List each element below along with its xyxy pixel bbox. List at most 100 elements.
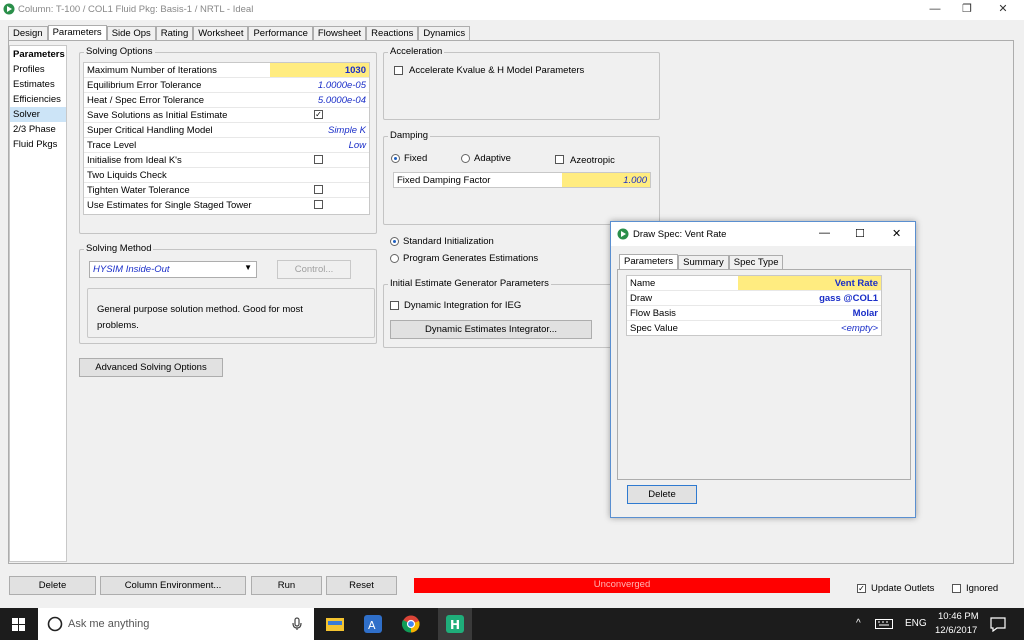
- dialog-panel: Name Vent Rate Draw gass @COL1 Flow Basi…: [617, 269, 911, 480]
- taskbar: Ask me anything A H ^ ENG 10:46 PM 12/6/…: [0, 608, 1024, 640]
- tighten-water-checkbox[interactable]: [314, 185, 323, 194]
- nav-item-efficiencies[interactable]: Efficiencies: [10, 92, 66, 107]
- dialog-title-bar: Draw Spec: Vent Rate — ☐ ✕: [611, 222, 915, 246]
- hysys-taskbar-button[interactable]: H: [438, 608, 472, 640]
- clock-time[interactable]: 10:46 PM: [938, 611, 979, 622]
- hysys-icon: H: [446, 615, 464, 633]
- tab-worksheet[interactable]: Worksheet: [193, 26, 249, 41]
- standard-init-radio[interactable]: [390, 237, 399, 246]
- main-tabs: Design Parameters Side Ops Rating Worksh…: [8, 25, 471, 41]
- dialog-delete-button[interactable]: Delete: [627, 485, 697, 504]
- dialog-name-value[interactable]: Vent Rate: [835, 278, 878, 289]
- trace-level-value[interactable]: Low: [349, 140, 366, 151]
- damping-group: Damping Fixed Adaptive Azeotropic Fixed …: [383, 130, 660, 225]
- program-estimations-radio[interactable]: [390, 254, 399, 263]
- tab-reactions[interactable]: Reactions: [366, 26, 419, 41]
- dynamic-integration-checkbox[interactable]: [390, 301, 399, 310]
- restore-button[interactable]: ❐: [952, 2, 982, 16]
- close-button[interactable]: ✕: [988, 2, 1018, 16]
- dialog-spec-value-label: Spec Value: [630, 323, 678, 334]
- nav-header: Parameters: [13, 49, 65, 60]
- minimize-button[interactable]: —: [920, 2, 950, 16]
- file-explorer-icon[interactable]: [326, 616, 344, 632]
- tab-flowsheet[interactable]: Flowsheet: [312, 26, 367, 41]
- tab-dynamics[interactable]: Dynamics: [418, 26, 471, 41]
- fixed-radio[interactable]: [391, 154, 400, 163]
- dialog-tab-spec-type[interactable]: Spec Type: [728, 255, 784, 270]
- solving-method-select[interactable]: HYSIM Inside-Out ▼: [89, 261, 257, 278]
- column-environment-button[interactable]: Column Environment...: [100, 576, 246, 595]
- accelerate-label: Accelerate Kvalue & H Model Parameters: [409, 65, 585, 76]
- use-estimates-label: Use Estimates for Single Staged Tower: [87, 200, 252, 211]
- advanced-solving-options-button[interactable]: Advanced Solving Options: [79, 358, 223, 377]
- nav-item-2-3-phase[interactable]: 2/3 Phase: [10, 122, 66, 137]
- solving-options-title: Solving Options: [84, 46, 155, 57]
- trace-level-label: Trace Level: [87, 140, 137, 151]
- dialog-row-draw: Draw gass @COL1: [627, 291, 881, 306]
- initialise-ideal-checkbox[interactable]: [314, 155, 323, 164]
- dynamic-estimates-button[interactable]: Dynamic Estimates Integrator...: [390, 320, 592, 339]
- run-button[interactable]: Run: [251, 576, 322, 595]
- microphone-icon[interactable]: [292, 617, 302, 631]
- dialog-tab-parameters[interactable]: Parameters: [619, 254, 679, 270]
- clock-date[interactable]: 12/6/2017: [935, 625, 977, 636]
- row-tighten-water: Tighten Water Tolerance: [84, 183, 369, 198]
- solving-method-value: HYSIM Inside-Out: [93, 264, 170, 275]
- row-initialise-ideal: Initialise from Ideal K's: [84, 153, 369, 168]
- draw-spec-dialog: Draw Spec: Vent Rate — ☐ ✕ Parameters Su…: [610, 221, 916, 518]
- super-critical-value[interactable]: Simple K: [328, 125, 366, 136]
- aspen-app-icon[interactable]: A: [364, 615, 382, 633]
- tab-rating[interactable]: Rating: [155, 26, 194, 41]
- use-estimates-checkbox[interactable]: [314, 200, 323, 209]
- notification-center-icon[interactable]: [990, 617, 1006, 632]
- tab-performance[interactable]: Performance: [248, 26, 313, 41]
- dialog-row-spec-value: Spec Value <empty>: [627, 321, 881, 336]
- standard-init-label: Standard Initialization: [403, 236, 494, 247]
- dialog-app-icon: [617, 228, 629, 240]
- tab-design[interactable]: Design: [8, 26, 48, 41]
- row-heat-spec-tolerance: Heat / Spec Error Tolerance 5.0000e-04: [84, 93, 369, 108]
- fixed-label: Fixed: [404, 153, 428, 164]
- chrome-icon[interactable]: [402, 615, 420, 633]
- dialog-grid: Name Vent Rate Draw gass @COL1 Flow Basi…: [626, 275, 882, 336]
- azeotropic-checkbox[interactable]: [555, 155, 564, 164]
- delete-button[interactable]: Delete: [9, 576, 96, 595]
- damping-factor-value[interactable]: 1.000: [623, 175, 647, 186]
- nav-item-fluid-pkgs[interactable]: Fluid Pkgs: [10, 137, 66, 152]
- cortana-circle-icon: [47, 616, 63, 632]
- dialog-maximize-button[interactable]: ☐: [855, 227, 865, 240]
- dialog-flow-basis-value[interactable]: Molar: [853, 308, 878, 319]
- max-iterations-label: Maximum Number of Iterations: [87, 65, 217, 76]
- accelerate-checkbox[interactable]: [394, 66, 403, 75]
- nav-item-estimates[interactable]: Estimates: [10, 77, 66, 92]
- language-indicator[interactable]: ENG: [905, 618, 927, 629]
- tab-parameters[interactable]: Parameters: [47, 25, 107, 41]
- max-iterations-value[interactable]: 1030: [345, 65, 366, 76]
- row-save-solutions: Save Solutions as Initial Estimate ✓: [84, 108, 369, 123]
- dialog-tabs: Parameters Summary Spec Type: [619, 254, 784, 270]
- reset-button[interactable]: Reset: [326, 576, 397, 595]
- tab-side-ops[interactable]: Side Ops: [106, 26, 156, 41]
- dialog-close-button[interactable]: ✕: [892, 227, 901, 240]
- control-button[interactable]: Control...: [277, 260, 351, 279]
- equilibrium-tolerance-value[interactable]: 1.0000e-05: [318, 80, 366, 91]
- windows-start-icon[interactable]: [12, 618, 25, 631]
- search-box[interactable]: Ask me anything: [38, 608, 314, 640]
- row-trace-level: Trace Level Low: [84, 138, 369, 153]
- nav-item-solver[interactable]: Solver: [10, 107, 66, 122]
- nav-item-profiles[interactable]: Profiles: [10, 62, 66, 77]
- ignored-checkbox[interactable]: [952, 584, 961, 593]
- keyboard-icon[interactable]: [875, 619, 893, 629]
- row-equilibrium-tolerance: Equilibrium Error Tolerance 1.0000e-05: [84, 78, 369, 93]
- update-outlets-checkbox[interactable]: ✓: [857, 584, 866, 593]
- heat-spec-tolerance-value[interactable]: 5.0000e-04: [318, 95, 366, 106]
- save-solutions-checkbox[interactable]: ✓: [314, 110, 323, 119]
- adaptive-label: Adaptive: [474, 153, 511, 164]
- dialog-spec-value-value[interactable]: <empty>: [841, 323, 878, 334]
- adaptive-radio[interactable]: [461, 154, 470, 163]
- dialog-minimize-button[interactable]: —: [819, 227, 830, 239]
- dialog-tab-summary[interactable]: Summary: [678, 255, 729, 270]
- tray-chevron-up-icon[interactable]: ^: [856, 618, 861, 629]
- dialog-draw-value[interactable]: gass @COL1: [819, 293, 878, 304]
- status-bar: Unconverged: [414, 578, 830, 593]
